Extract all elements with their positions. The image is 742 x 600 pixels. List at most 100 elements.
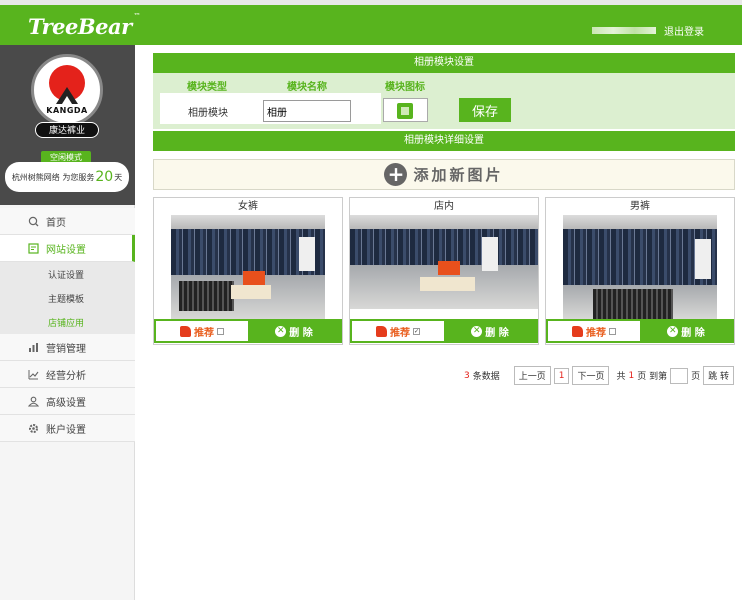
module-icon-picker[interactable]	[383, 98, 428, 122]
bar-chart-icon	[28, 342, 39, 353]
module-page-icon	[397, 103, 413, 119]
page-label: 页	[691, 372, 701, 382]
goto-button[interactable]: 跳 转	[703, 366, 734, 385]
recommend-label: 推荐	[586, 327, 606, 339]
recommend-toggle[interactable]: 推荐 ✓	[352, 321, 444, 341]
thumbs-up-icon	[376, 325, 387, 337]
record-count-label: 条数据	[472, 372, 500, 382]
delete-button[interactable]: ✕ 删 除	[640, 321, 732, 341]
gear-icon	[28, 423, 39, 434]
album-actions: 推荐 ✓ ✕ 删 除	[350, 319, 538, 343]
logout-link[interactable]: 退出登录	[664, 23, 704, 38]
module-settings-title: 相册模块设置	[153, 53, 735, 73]
total-pages-prefix: 共	[616, 372, 626, 382]
subnav-item-shop-apps[interactable]: 店铺应用	[0, 310, 135, 334]
logo-mountain-gap	[62, 96, 72, 104]
album-actions: 推荐 ✕ 删 除	[546, 319, 734, 343]
top-header: TreeBear ™ 退出登录	[0, 5, 742, 45]
col-header-name: 模块名称	[287, 82, 327, 93]
brand-name: KANGDA	[46, 106, 88, 115]
album-photo[interactable]	[350, 215, 538, 309]
treebear-logo[interactable]: TreeBear ™	[28, 12, 141, 39]
user-name-blurred	[592, 27, 656, 34]
col-header-icon: 模块图标	[385, 82, 425, 93]
close-icon: ✕	[667, 325, 679, 337]
sidebar-item-account[interactable]: 账户设置	[0, 415, 135, 442]
service-days-count: 20	[95, 169, 114, 185]
sidebar-item-analysis[interactable]: 经营分析	[0, 361, 135, 388]
album-photo[interactable]	[563, 215, 717, 319]
photo-table	[231, 285, 271, 299]
next-page-button[interactable]: 下一页	[572, 366, 610, 385]
sidebar: KANGDA 康达裤业 空闲模式 杭州树熊网络 为您服务 20 天 首页 网站设…	[0, 45, 135, 600]
photo-ceiling	[350, 215, 538, 229]
recommend-toggle[interactable]: 推荐	[548, 321, 640, 341]
delete-label: 删 除	[485, 327, 509, 339]
album-card: 店内 推荐 ✓ ✕ 删 除	[349, 197, 539, 345]
sidebar-item-label: 首页	[46, 217, 66, 229]
photo-sign	[243, 271, 265, 285]
sidebar-item-label: 营销管理	[46, 343, 86, 355]
thumbs-up-icon	[572, 325, 583, 337]
recommend-label: 推荐	[194, 327, 214, 339]
sidebar-item-label: 网站设置	[46, 244, 86, 256]
logo-text: TreeBear	[28, 14, 132, 39]
goto-label: 页 到第	[637, 372, 668, 382]
subnav-item-theme[interactable]: 主题模板	[0, 286, 135, 310]
photo-ceiling	[563, 215, 717, 229]
sidebar-item-advanced[interactable]: 高级设置	[0, 388, 135, 415]
service-days-banner: 杭州树熊网络 为您服务 20 天	[5, 162, 129, 192]
album-card: 女裤 推荐 ✕ 删 除	[153, 197, 343, 345]
total-pages: 1	[628, 370, 635, 381]
album-actions: 推荐 ✕ 删 除	[154, 319, 342, 343]
album-title: 女裤	[238, 201, 258, 212]
user-icon	[27, 396, 40, 407]
module-settings-panel: 模块类型 模块名称 模块图标 相册模块	[153, 73, 735, 129]
album-photo[interactable]	[171, 215, 325, 319]
close-icon: ✕	[471, 325, 483, 337]
recommend-checkbox[interactable]: ✓	[413, 327, 420, 335]
add-image-button[interactable]: + 添加新图片	[153, 159, 735, 190]
recommend-checkbox[interactable]	[609, 327, 616, 335]
brand-panel: KANGDA 康达裤业 空闲模式 杭州树熊网络 为您服务 20 天	[0, 45, 135, 205]
album-card: 男裤 推荐 ✕ 删 除	[545, 197, 735, 345]
col-header-type: 模块类型	[187, 82, 227, 93]
recommend-checkbox[interactable]	[217, 327, 224, 335]
company-name: 康达裤业	[35, 122, 99, 138]
photo-table	[420, 277, 475, 291]
goto-page-input[interactable]	[670, 367, 689, 384]
save-button[interactable]: 保存	[459, 98, 511, 122]
company-avatar[interactable]: KANGDA	[31, 54, 103, 126]
search-icon	[28, 216, 39, 227]
sidebar-nav: 首页 网站设置 认证设置 主题模板 店铺应用 营销管理 经营分析 高级设置 账户…	[0, 208, 135, 442]
pagination: 3 条数据 上一页 1 下一页 共1页 到第 页 跳 转	[464, 366, 734, 385]
recommend-toggle[interactable]: 推荐	[156, 321, 248, 341]
current-page-button[interactable]: 1	[553, 367, 570, 384]
photo-poster	[299, 237, 315, 271]
add-image-label: 添加新图片	[413, 166, 504, 184]
service-days-unit: 天	[114, 172, 123, 182]
sidebar-item-label: 高级设置	[46, 397, 86, 409]
photo-ceiling	[171, 215, 325, 229]
delete-button[interactable]: ✕ 删 除	[444, 321, 536, 341]
sidebar-item-marketing[interactable]: 营销管理	[0, 334, 135, 361]
service-text: 杭州树熊网络 为您服务	[11, 172, 95, 182]
settings-page-icon	[28, 242, 39, 254]
prev-page-button[interactable]: 上一页	[513, 366, 551, 385]
user-bar: 退出登录	[592, 23, 704, 38]
main-content: 相册模块设置 模块类型 模块名称 模块图标 相册模块 保存 相册模块详细设置 +…	[153, 53, 735, 345]
delete-label: 删 除	[289, 327, 313, 339]
photo-sign	[438, 261, 460, 275]
logo-trademark: ™	[133, 12, 141, 20]
photo-poster	[695, 239, 711, 279]
recommend-label: 推荐	[390, 327, 410, 339]
album-grid: 女裤 推荐 ✕ 删 除 店内 推荐 ✓ ✕ 删 除 男裤 推荐 ✕ 删 除	[153, 197, 735, 347]
delete-button[interactable]: ✕ 删 除	[248, 321, 340, 341]
thumbs-up-icon	[180, 325, 191, 337]
sidebar-item-home[interactable]: 首页	[0, 208, 135, 235]
module-name-input[interactable]	[263, 100, 351, 122]
subnav-item-verification[interactable]: 认证设置	[0, 262, 135, 286]
sidebar-item-site-settings[interactable]: 网站设置	[0, 235, 135, 262]
module-detail-title: 相册模块详细设置	[153, 131, 735, 151]
album-title: 男裤	[630, 201, 650, 212]
